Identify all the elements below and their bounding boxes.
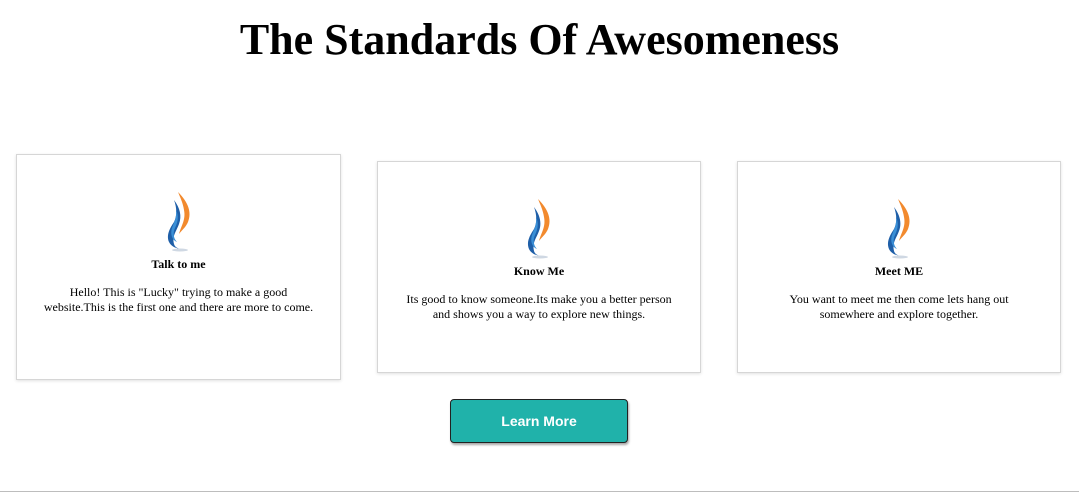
card-heading: Talk to me: [151, 257, 206, 271]
page-title: The Standards Of Awesomeness: [239, 15, 840, 64]
flame-logo-icon: [527, 199, 550, 259]
card-talk-to-me: Talk to me Hello! This is "Lucky" trying…: [16, 154, 341, 380]
card-text: Hello! This is "Lucky" trying to make a …: [43, 285, 314, 314]
card-text: You want to meet me then come lets hang …: [789, 292, 1009, 321]
card-know-me: Know Me Its good to know someone.Its mak…: [377, 161, 701, 373]
divider: [0, 491, 1079, 492]
card-heading: Know Me: [513, 264, 565, 278]
learn-more-button[interactable]: Learn More: [450, 399, 628, 443]
flame-logo-icon: [167, 192, 190, 252]
card-heading: Meet ME: [874, 264, 924, 278]
flame-logo-icon: [887, 199, 910, 259]
card-meet-me: Meet ME You want to meet me then come le…: [737, 161, 1061, 373]
card-text: Its good to know someone.Its make you a …: [406, 292, 672, 321]
